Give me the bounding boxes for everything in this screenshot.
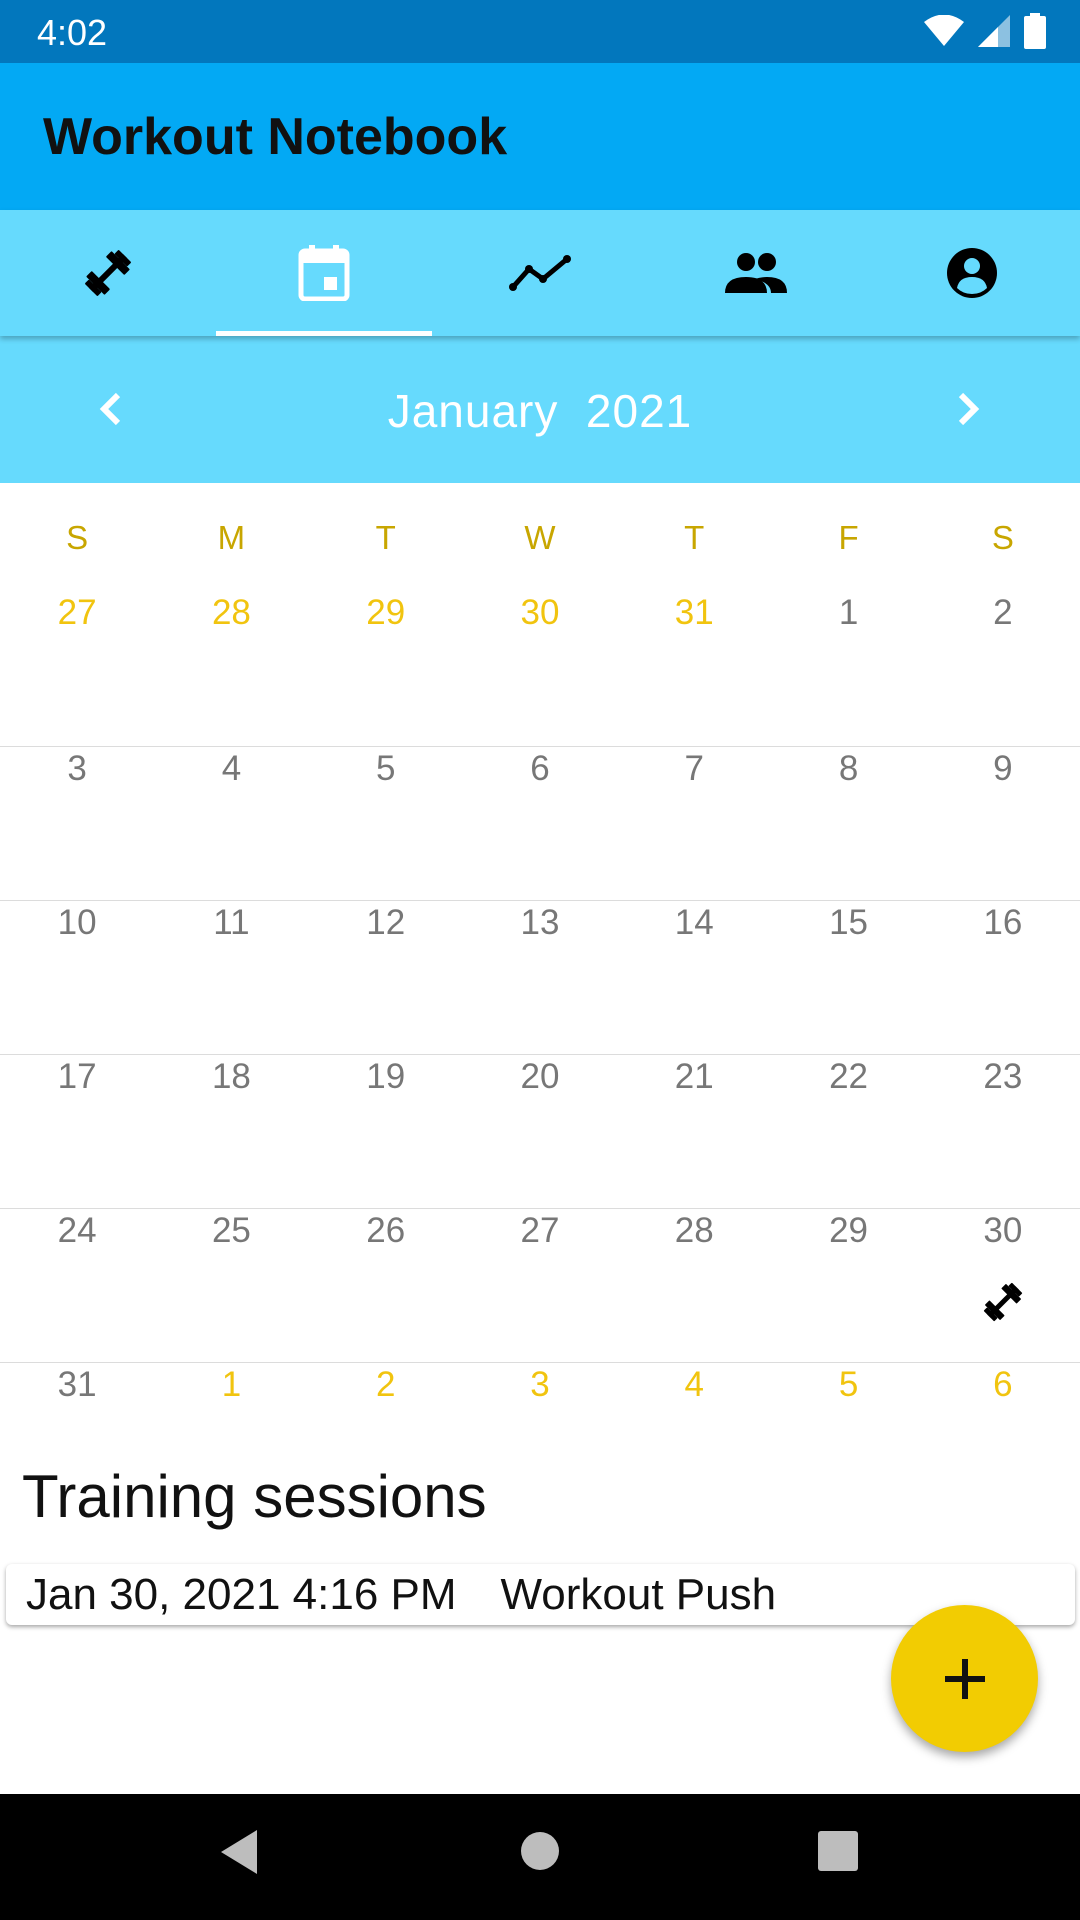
chevron-right-icon	[958, 392, 980, 426]
calendar-week: 27 28 29 30 31 1 2	[0, 593, 1080, 747]
calendar-day[interactable]: 18	[154, 1055, 308, 1208]
plus-icon	[944, 1658, 985, 1699]
calendar-day[interactable]: 2	[309, 1363, 463, 1453]
weekday-label: T	[375, 519, 396, 556]
battery-icon	[1024, 13, 1046, 49]
weekday-label: S	[66, 519, 89, 556]
calendar-day[interactable]: 24	[0, 1209, 154, 1362]
calendar-day[interactable]: 5	[771, 1363, 925, 1453]
wifi-icon	[924, 15, 964, 46]
calendar-grid: S M T W T F S 27 28 29 30 31 1 2 3 4 5 6…	[0, 483, 1080, 1453]
calendar-week: 3 4 5 6 7 8 9	[0, 747, 1080, 901]
calendar-day[interactable]: 3	[0, 747, 154, 900]
tab-selected-indicator	[216, 331, 432, 336]
calendar-day[interactable]: 26	[309, 1209, 463, 1362]
calendar-day[interactable]: 14	[617, 901, 771, 1054]
tab-statistics[interactable]	[432, 210, 648, 336]
add-session-button[interactable]	[891, 1605, 1038, 1752]
calendar-day[interactable]: 19	[309, 1055, 463, 1208]
calendar-day[interactable]: 17	[0, 1055, 154, 1208]
cell-signal-icon	[978, 15, 1010, 47]
weekday-label: T	[684, 519, 705, 556]
weekday-label: M	[217, 519, 246, 556]
app-title: Workout Notebook	[43, 108, 508, 166]
calendar-day[interactable]: 25	[154, 1209, 308, 1362]
calendar-week: 10 11 12 13 14 15 16	[0, 901, 1080, 1055]
month-label: January 2021	[387, 385, 693, 437]
calendar-day[interactable]: 28	[617, 1209, 771, 1362]
trend-line-icon	[509, 255, 571, 291]
workout-marker-dumbbell-icon	[983, 1282, 1022, 1322]
weekday-label: W	[524, 519, 556, 556]
calendar-day[interactable]: 31	[617, 593, 771, 746]
calendar-day[interactable]: 27	[463, 1209, 617, 1362]
tab-workouts[interactable]	[0, 210, 216, 336]
calendar-day[interactable]: 2	[926, 593, 1080, 746]
tab-profile[interactable]	[864, 210, 1080, 336]
dumbbell-icon	[85, 250, 131, 296]
calendar-day[interactable]: 29	[771, 1209, 925, 1362]
calendar-day[interactable]: 12	[309, 901, 463, 1054]
calendar-day[interactable]: 21	[617, 1055, 771, 1208]
calendar-day[interactable]: 27	[0, 593, 154, 746]
weekday-label: F	[838, 519, 859, 556]
calendar-day[interactable]: 5	[309, 747, 463, 900]
app-bar: Workout Notebook	[0, 63, 1080, 210]
calendar-day[interactable]: 1	[771, 593, 925, 746]
weekday-header: S M T W T F S	[0, 483, 1080, 593]
calendar-day[interactable]: 10	[0, 901, 154, 1054]
calendar-day[interactable]: 9	[926, 747, 1080, 900]
system-nav-bar	[0, 1794, 1080, 1920]
calendar-week: 31 1 2 3 4 5 6	[0, 1363, 1080, 1453]
calendar-day[interactable]: 6	[926, 1363, 1080, 1453]
calendar-day[interactable]: 6	[463, 747, 617, 900]
calendar-week: 17 18 19 20 21 22 23	[0, 1055, 1080, 1209]
calendar-day[interactable]: 16	[926, 901, 1080, 1054]
status-bar: 4:02	[0, 0, 1080, 63]
status-time: 4:02	[37, 12, 108, 53]
recents-icon[interactable]	[818, 1831, 858, 1871]
month-header: January 2021	[0, 336, 1080, 483]
calendar-icon	[298, 245, 350, 301]
sessions-heading: Training sessions	[22, 1463, 487, 1530]
calendar-day[interactable]: 4	[154, 747, 308, 900]
home-icon[interactable]	[520, 1831, 560, 1871]
calendar-day[interactable]: 3	[463, 1363, 617, 1453]
calendar-day-with-workout[interactable]: 30	[926, 1209, 1080, 1362]
calendar-day[interactable]: 1	[154, 1363, 308, 1453]
calendar-day[interactable]: 8	[771, 747, 925, 900]
calendar-day[interactable]: 4	[617, 1363, 771, 1453]
calendar-day[interactable]: 22	[771, 1055, 925, 1208]
session-list-item[interactable]: Jan 30, 2021 4:16 PM Workout Push	[6, 1564, 1075, 1625]
calendar-day[interactable]: 13	[463, 901, 617, 1054]
session-name: Workout Push	[500, 1569, 777, 1619]
account-icon	[947, 248, 997, 298]
tab-bar	[0, 210, 1080, 336]
people-icon	[725, 253, 787, 293]
calendar-day[interactable]: 11	[154, 901, 308, 1054]
calendar-week: 24 25 26 27 28 29 30	[0, 1209, 1080, 1363]
calendar-day[interactable]: 31	[0, 1363, 154, 1453]
tab-friends[interactable]	[648, 210, 864, 336]
calendar-day[interactable]: 7	[617, 747, 771, 900]
calendar-day[interactable]: 30	[463, 593, 617, 746]
calendar-day[interactable]: 29	[309, 593, 463, 746]
calendar-day[interactable]: 28	[154, 593, 308, 746]
next-month-button[interactable]	[933, 374, 1003, 444]
session-date: Jan 30, 2021 4:16 PM	[26, 1569, 457, 1619]
tab-calendar[interactable]	[216, 210, 432, 336]
weekday-label: S	[991, 519, 1014, 556]
calendar-day[interactable]: 15	[771, 901, 925, 1054]
calendar-day-number: 30	[983, 1211, 1023, 1250]
calendar-day[interactable]: 23	[926, 1055, 1080, 1208]
calendar-day[interactable]: 20	[463, 1055, 617, 1208]
back-icon[interactable]	[217, 1827, 261, 1877]
